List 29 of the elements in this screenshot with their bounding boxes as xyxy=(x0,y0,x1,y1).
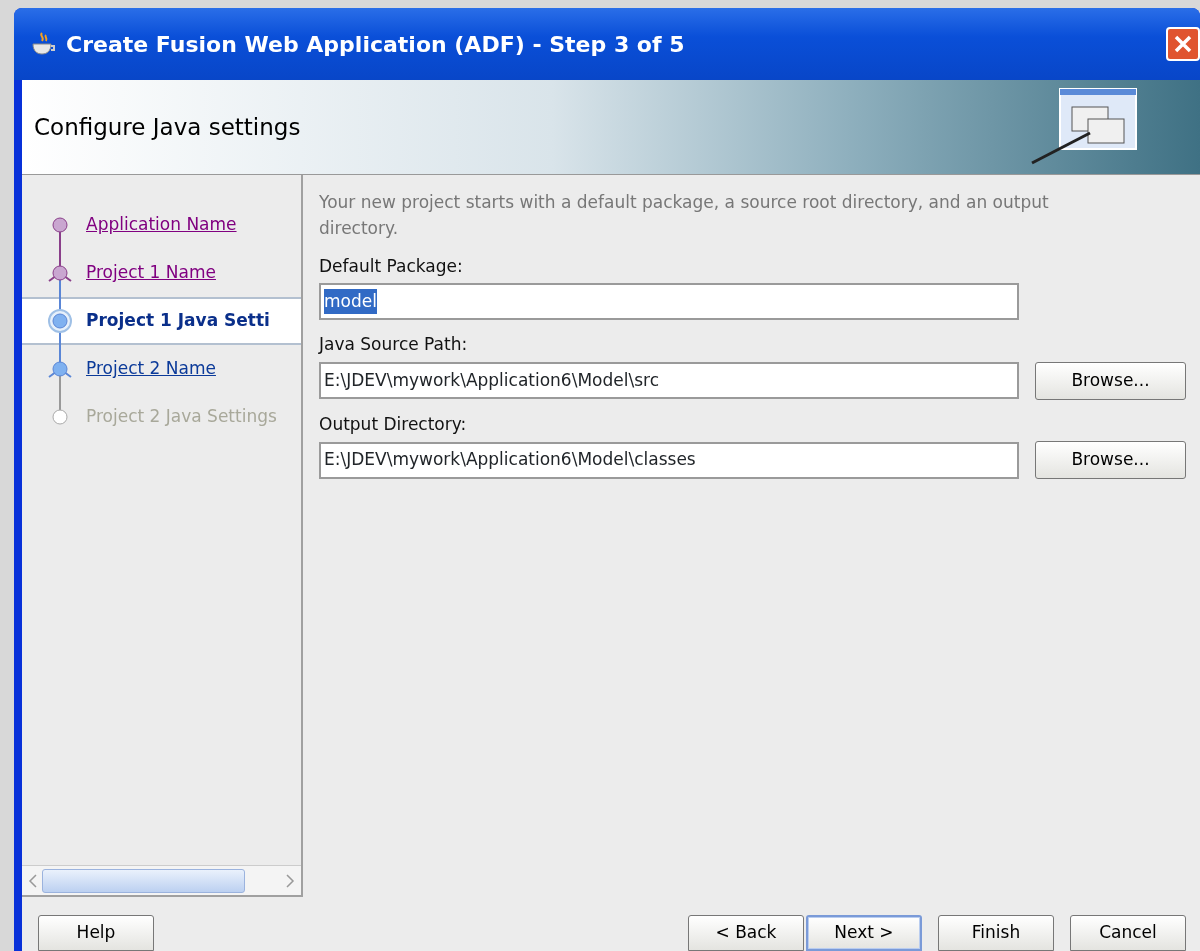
field-label: Default Package: xyxy=(319,254,464,278)
dialog-button[interactable]: < Back xyxy=(688,915,804,951)
step-link: Project 2 Java Settings xyxy=(86,405,277,429)
browse-button[interactable]: Browse... xyxy=(1035,361,1186,400)
dialog-button[interactable]: Finish xyxy=(938,915,1054,951)
field-label: Java Source Path: xyxy=(319,333,469,357)
step-link[interactable]: Project 1 Name xyxy=(86,260,216,286)
step-link[interactable]: Project 2 Name xyxy=(86,356,216,382)
dialog-button[interactable]: Cancel xyxy=(1070,915,1186,951)
dialog-button[interactable]: Help xyxy=(38,915,154,951)
window-title: Create Fusion Web Application (ADF) - Step 3 of 5 xyxy=(66,30,685,59)
text-field[interactable]: E:\JDEV\mywork\Application6\Model\classes xyxy=(319,441,1019,479)
field-label: Output Directory: xyxy=(319,412,468,436)
dialog-button[interactable]: Next > xyxy=(806,915,922,951)
text-field[interactable]: E:\JDEV\mywork\Application6\Model\src xyxy=(319,362,1019,400)
scrollbar-thumb[interactable] xyxy=(42,868,245,893)
close-icon xyxy=(1173,34,1193,54)
step-timeline-drawing xyxy=(48,297,72,345)
step-timeline-drawing xyxy=(48,249,72,297)
step-link[interactable]: Application Name xyxy=(86,212,237,238)
window-icon xyxy=(1030,87,1140,167)
coffee-cup-icon xyxy=(30,31,56,57)
intro-text: Your new project starts with a default package, a source root directory, and an output directory. xyxy=(319,191,1050,241)
horizontal-scrollbar[interactable] xyxy=(22,865,301,895)
text-field[interactable]: model xyxy=(319,283,1019,321)
step-timeline-drawing xyxy=(48,345,72,393)
page-heading: Configure Java settings xyxy=(34,112,301,142)
close-button[interactable] xyxy=(1166,27,1200,61)
browse-button[interactable]: Browse... xyxy=(1035,441,1186,480)
